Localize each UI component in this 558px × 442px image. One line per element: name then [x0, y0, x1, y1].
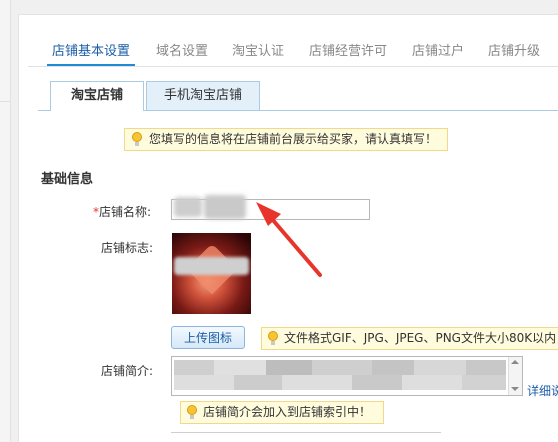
annotation-arrow [256, 202, 322, 277]
